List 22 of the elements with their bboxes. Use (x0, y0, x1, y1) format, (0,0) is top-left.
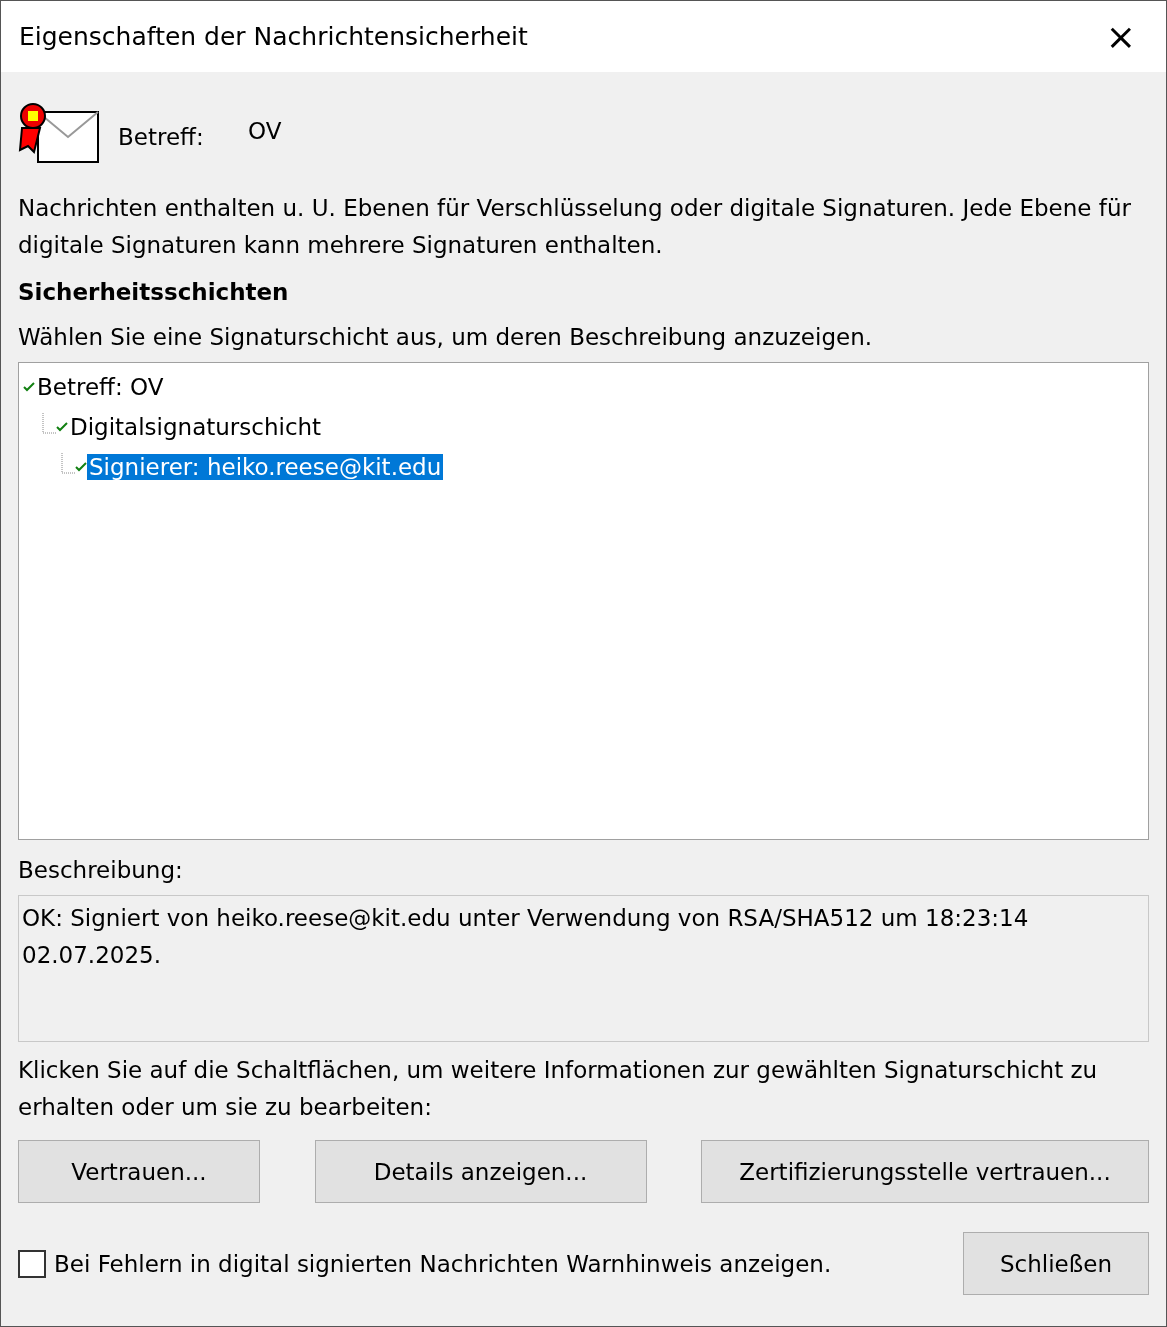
intro-text: Nachrichten enthalten u. U. Ebenen für Verschlüsselung oder digitale Signaturen. Jede Ebene für digitale Signaturen kann mehrere Signaturen enthalten. (18, 194, 1132, 260)
tree-item[interactable]: Signierer: heiko.reese@kit.edu (87, 454, 444, 480)
description-field: OK: Signiert von heiko.reese@kit.edu unter Verwendung von RSA/SHA512 um 18:23:14 02.07.2025. (18, 895, 1149, 1042)
action-button[interactable]: Zertifizierungsstelle vertrauen... (701, 1140, 1149, 1203)
section-hint: Wählen Sie eine Signaturschicht aus, um deren Beschreibung anzuzeigen. (18, 323, 874, 352)
check-icon (23, 381, 35, 393)
action-button[interactable]: Details anzeigen... (314, 1140, 647, 1203)
tree-item[interactable]: Betreff: OV (35, 374, 166, 400)
close-dialog-button[interactable]: Schließen (963, 1232, 1149, 1295)
window-title: Eigenschaften der Nachrichtensicherheit (19, 22, 528, 51)
check-icon (75, 461, 87, 473)
subject-label: Betreff: (118, 124, 205, 150)
subject-value: OV (248, 118, 282, 144)
section-title: Sicherheitsschichten (18, 278, 290, 307)
checkbox[interactable] (18, 1249, 46, 1278)
checkbox-label: Bei Fehlern in digital signierten Nachrichten Warnhinweis anzeigen. (54, 1250, 832, 1277)
buttons-hint: Klicken Sie auf die Schaltflächen, um weitere Informationen zur gewählten Signaturschicht zu erhalten oder um sie zu bearbeiten: (18, 1056, 1099, 1122)
check-icon (56, 421, 68, 433)
description-label: Beschreibung: (18, 856, 184, 885)
close-button[interactable]: × (1093, 18, 1148, 55)
action-button[interactable]: Vertrauen... (18, 1140, 260, 1203)
tree-item[interactable]: Digitalsignaturschicht (68, 414, 324, 440)
